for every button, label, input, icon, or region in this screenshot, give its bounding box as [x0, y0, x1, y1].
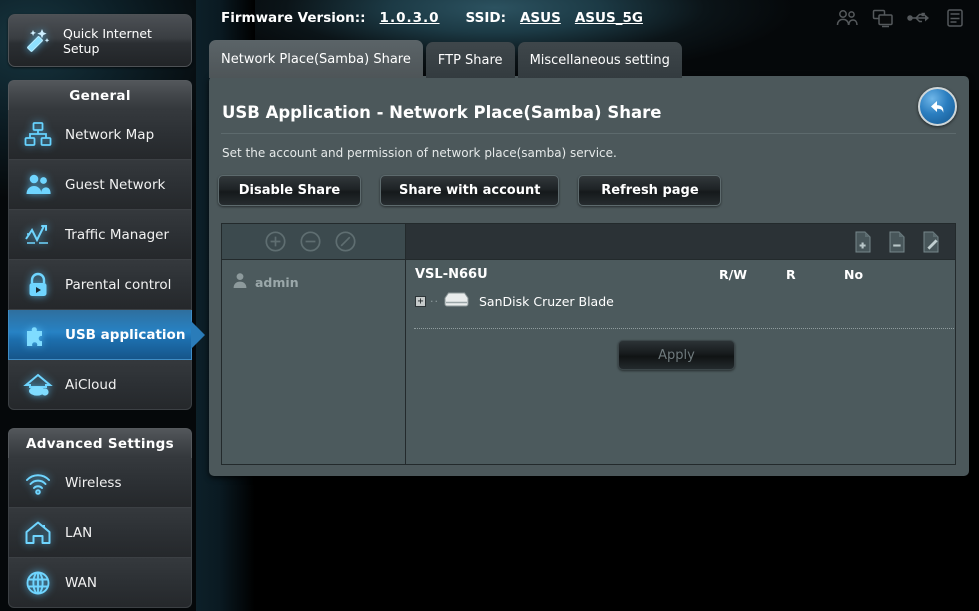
printer-icon[interactable] — [943, 6, 967, 30]
tab-miscellaneous-setting[interactable]: Miscellaneous setting — [517, 42, 682, 78]
user-toolbar — [222, 224, 405, 260]
sidebar-item-wan[interactable]: WAN — [8, 558, 192, 608]
edit-user-icon[interactable] — [334, 230, 357, 253]
aicloud-icon — [21, 368, 55, 402]
sidebar-item-aicloud[interactable]: AiCloud — [8, 360, 192, 410]
ssid-2g-link[interactable]: ASUS — [520, 10, 561, 26]
add-folder-icon[interactable] — [853, 231, 873, 253]
disk-name: SanDisk Cruzer Blade — [479, 294, 614, 309]
router-admin-window: Quick Internet Setup General Network Map — [0, 0, 979, 611]
folder-toolbar — [406, 224, 955, 260]
guest-network-icon — [21, 168, 55, 202]
apply-button[interactable]: Apply — [618, 340, 735, 370]
folder-column: VSL-N66U R/W R No + ·· SanDisk Cruzer Bl… — [406, 224, 955, 464]
device-name: VSL-N66U — [415, 267, 488, 282]
sidebar-item-label: LAN — [65, 524, 93, 541]
back-arrow-icon[interactable] — [918, 87, 957, 126]
title-divider — [221, 133, 956, 134]
user-avatar-icon — [232, 272, 248, 292]
content-panel: USB Application - Network Place(Samba) S… — [209, 76, 969, 476]
button-label: Refresh page — [601, 183, 699, 198]
parental-control-icon — [21, 268, 55, 302]
sidebar-item-wireless[interactable]: Wireless — [8, 458, 192, 508]
devices-icon[interactable] — [871, 6, 895, 30]
quick-internet-setup-label: Quick Internet Setup — [63, 25, 152, 56]
table-row: + ·· SanDisk Cruzer Blade — [415, 291, 614, 312]
permission-header-rw: R/W — [719, 267, 747, 282]
guests-icon[interactable] — [835, 6, 859, 30]
apply-divider — [414, 328, 954, 329]
sidebar-item-label: Guest Network — [65, 176, 166, 193]
page-title: USB Application - Network Place(Samba) S… — [222, 103, 662, 122]
sidebar-item-label: Network Map — [65, 126, 155, 143]
remove-folder-icon[interactable] — [887, 231, 907, 253]
apply-label: Apply — [658, 347, 695, 363]
tab-label: Network Place(Samba) Share — [221, 51, 411, 67]
sidebar-item-parental-control[interactable]: Parental control — [8, 260, 192, 310]
sidebar-item-label: WAN — [65, 574, 97, 591]
add-user-icon[interactable] — [264, 230, 287, 253]
sidebar-general-title: General — [69, 87, 131, 104]
sidebar-item-label: Parental control — [65, 276, 172, 293]
sidebar-item-label: AiCloud — [65, 376, 117, 393]
permission-header-r: R — [786, 267, 796, 282]
action-button-row: Disable Share Share with account Refresh… — [218, 175, 722, 206]
sidebar-item-label: USB application — [65, 326, 186, 343]
tab-label: FTP Share — [437, 52, 503, 68]
usb-icon[interactable] — [907, 6, 931, 30]
sidebar: Quick Internet Setup General Network Map — [0, 0, 205, 611]
sidebar-general-header: General — [8, 80, 192, 110]
traffic-manager-icon — [21, 218, 55, 252]
device-header-row: VSL-N66U R/W R No — [406, 267, 955, 289]
firmware-version-link[interactable]: 1.0.3.0 — [380, 10, 440, 26]
remove-user-icon[interactable] — [299, 230, 322, 253]
permission-header-no: No — [844, 267, 864, 282]
sidebar-general-group: General Network Map Guest Network Traffi… — [8, 80, 205, 410]
sidebar-item-usb-application[interactable]: USB application — [8, 310, 205, 360]
button-label: Share with account — [399, 183, 541, 198]
network-map-icon — [21, 118, 55, 152]
sidebar-item-label: Traffic Manager — [65, 226, 170, 243]
wan-icon — [21, 566, 55, 600]
user-list: admin — [222, 260, 405, 464]
sidebar-item-traffic-manager[interactable]: Traffic Manager — [8, 210, 192, 260]
refresh-page-button[interactable]: Refresh page — [578, 175, 722, 206]
user-name: admin — [255, 274, 299, 290]
usb-application-icon — [21, 318, 55, 352]
tab-network-place-samba-share[interactable]: Network Place(Samba) Share — [209, 40, 423, 78]
page-description: Set the account and permission of networ… — [222, 146, 617, 160]
user-column: admin — [222, 224, 406, 464]
sidebar-item-guest-network[interactable]: Guest Network — [8, 160, 192, 210]
tree-line: ·· — [430, 295, 439, 308]
lan-icon — [21, 516, 55, 550]
button-label: Disable Share — [238, 183, 341, 198]
tab-ftp-share[interactable]: FTP Share — [425, 42, 515, 78]
disable-share-button[interactable]: Disable Share — [218, 175, 361, 206]
ssid-label: SSID: — [465, 10, 506, 26]
tab-label: Miscellaneous setting — [529, 52, 670, 68]
wireless-icon — [21, 466, 55, 500]
tab-bar: Network Place(Samba) Share FTP Share Mis… — [209, 40, 682, 78]
ssid-5g-link[interactable]: ASUS_5G — [575, 10, 643, 26]
list-item[interactable]: admin — [222, 269, 405, 295]
magic-wand-icon — [21, 24, 55, 58]
device-permission-area: VSL-N66U R/W R No + ·· SanDisk Cruzer Bl… — [406, 260, 955, 464]
sidebar-item-lan[interactable]: LAN — [8, 508, 192, 558]
rename-folder-icon[interactable] — [921, 231, 941, 253]
share-permission-table: admin VSL-N66U R/W R No + ·· SanDisk Cru… — [221, 223, 956, 465]
sidebar-advanced-header: Advanced Settings — [8, 428, 192, 458]
header-icon-group — [835, 6, 967, 30]
hard-disk-icon — [443, 291, 470, 312]
sidebar-item-network-map[interactable]: Network Map — [8, 110, 192, 160]
top-header: Firmware Version:: 1.0.3.0 SSID: ASUS AS… — [195, 0, 979, 36]
share-with-account-button[interactable]: Share with account — [380, 175, 560, 206]
tree-expander-icon[interactable]: + — [415, 296, 426, 307]
sidebar-item-label: Wireless — [65, 474, 122, 491]
quick-internet-setup-button[interactable]: Quick Internet Setup — [8, 14, 192, 67]
firmware-label: Firmware Version:: — [221, 10, 366, 26]
sidebar-advanced-title: Advanced Settings — [26, 435, 174, 452]
sidebar-advanced-group: Advanced Settings Wireless LAN WAN — [8, 428, 192, 608]
